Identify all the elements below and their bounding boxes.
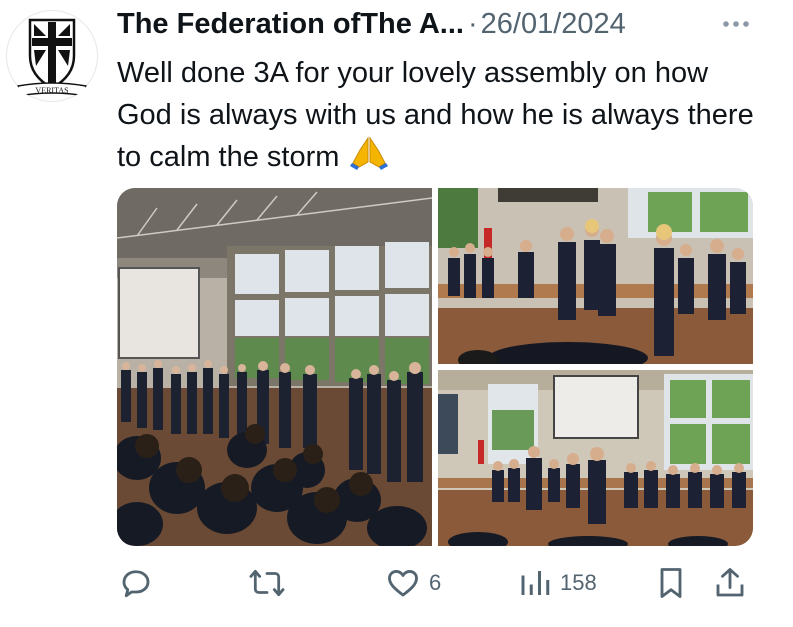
repost-icon [249, 569, 285, 597]
like-button[interactable]: 6 [385, 555, 441, 611]
bookmark-icon [660, 568, 682, 598]
share-button[interactable] [712, 555, 748, 611]
more-options-button[interactable] [718, 8, 754, 40]
post-date[interactable]: 26/01/2024 [481, 8, 626, 41]
praying-hands-icon [349, 136, 389, 182]
views-icon [521, 571, 550, 595]
author-name[interactable]: The Federation ofThe A... [117, 8, 464, 41]
heart-icon [388, 570, 418, 597]
action-bar: 6 158 [0, 555, 793, 615]
bookmark-button[interactable] [655, 555, 687, 611]
reply-button[interactable] [118, 555, 154, 611]
header-separator: · [467, 7, 478, 40]
post-header: The Federation ofThe A... · 26/01/2024 [117, 6, 777, 42]
media-gallery [117, 188, 753, 546]
avatar[interactable]: VERITAS [6, 10, 98, 102]
share-icon [716, 568, 744, 597]
post-text-content: Well done 3A for your lovely assembly on… [117, 57, 754, 173]
more-dots-icon [723, 21, 749, 27]
reply-icon [122, 570, 150, 598]
repost-button[interactable] [248, 555, 286, 611]
crest-motto: VERITAS [35, 86, 68, 95]
class-on-stage-photo[interactable] [438, 370, 753, 546]
school-crest-icon: VERITAS [17, 18, 87, 97]
views-button[interactable]: 158 [518, 555, 597, 611]
assembly-hall-photo[interactable] [117, 188, 432, 546]
like-count: 6 [429, 570, 442, 595]
pupils-presenting-photo[interactable] [438, 188, 753, 364]
views-count: 158 [560, 570, 597, 595]
post-text: Well done 3A for your lovely assembly on… [117, 52, 757, 182]
